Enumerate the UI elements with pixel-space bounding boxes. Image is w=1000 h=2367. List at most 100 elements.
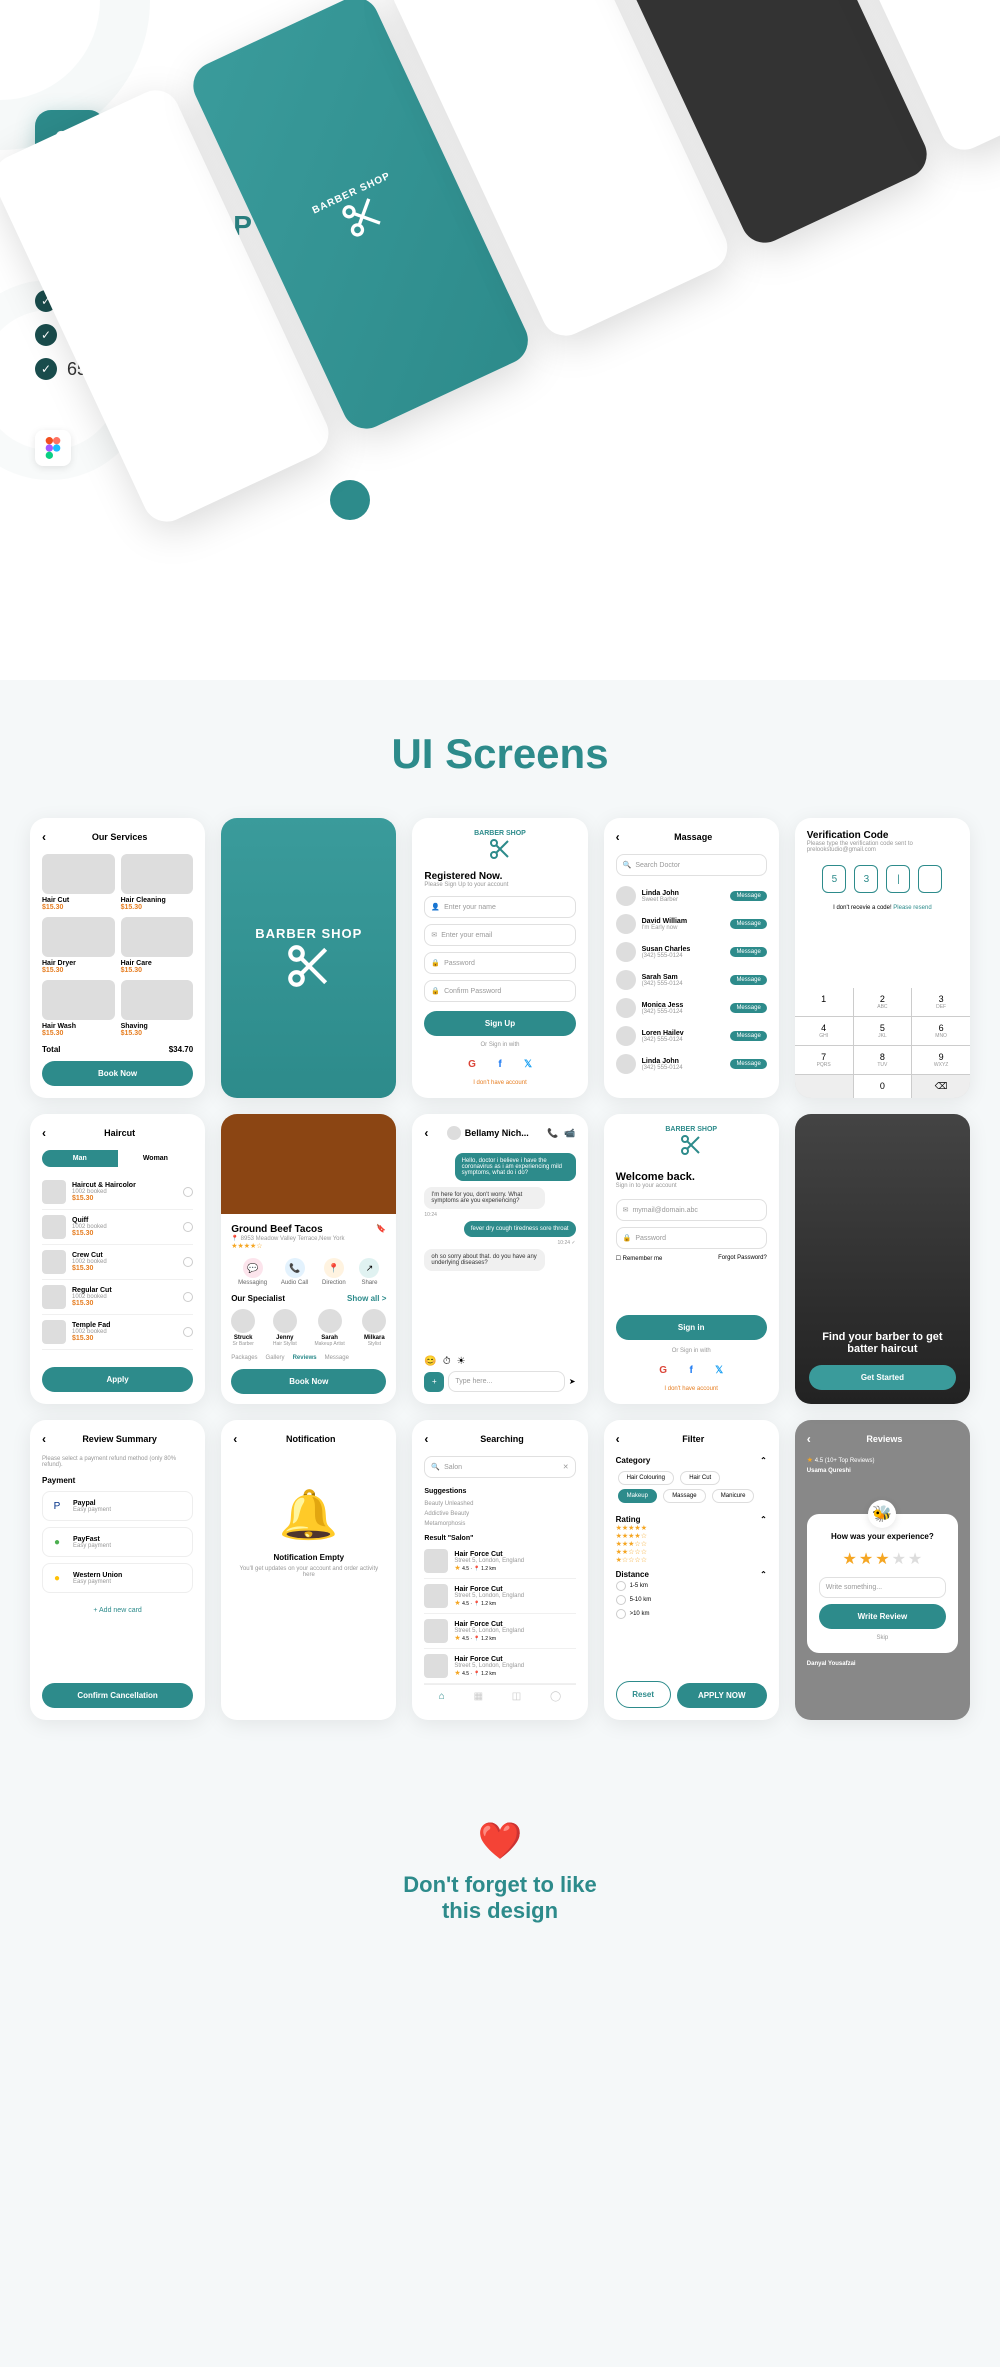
nav-calendar-icon[interactable]: ▦ xyxy=(474,1691,483,1702)
clear-icon[interactable]: ✕ xyxy=(563,1463,569,1471)
back-icon[interactable]: ‹ xyxy=(616,830,620,844)
chip-hair-cut[interactable]: Hair Cut xyxy=(680,1471,720,1485)
service-card[interactable]: Hair Dryer$15.30 xyxy=(42,917,115,974)
keypad-key[interactable]: 1 xyxy=(795,988,853,1016)
specialist[interactable]: SarahMakeup Artist xyxy=(314,1309,344,1347)
message-row[interactable]: Sarah Sam(342) 555-0124Message xyxy=(616,966,767,994)
messaging-action[interactable]: 💬Messaging xyxy=(238,1258,267,1286)
list-item[interactable]: Crew Cut1002 booked$15.30 xyxy=(42,1245,193,1280)
tab-packages[interactable]: Packages xyxy=(231,1355,257,1361)
nav-bag-icon[interactable]: ◫ xyxy=(512,1691,521,1702)
service-card[interactable]: Hair Care$15.30 xyxy=(121,917,194,974)
show-all-link[interactable]: Show all > xyxy=(347,1294,386,1303)
search-result[interactable]: Hair Force CutStreet 5, London, England★… xyxy=(424,1614,575,1649)
add-card-link[interactable]: + Add new card xyxy=(42,1607,193,1614)
search-result[interactable]: Hair Force CutStreet 5, London, England★… xyxy=(424,1544,575,1579)
distance-option[interactable]: 5-10 km xyxy=(616,1593,767,1607)
rating-filter[interactable]: ★★☆☆☆ xyxy=(616,1548,767,1556)
chat-input[interactable]: Type here... xyxy=(448,1371,565,1392)
rating-filter[interactable]: ★★★☆☆ xyxy=(616,1540,767,1548)
bookmark-icon[interactable]: 🔖 xyxy=(376,1224,386,1235)
skip-link[interactable]: Skip xyxy=(819,1635,946,1641)
otp-input[interactable]: 3 xyxy=(854,865,878,893)
radio[interactable] xyxy=(183,1292,193,1302)
service-card[interactable]: Hair Cleaning$15.30 xyxy=(121,854,194,911)
sun-icon[interactable]: ☀ xyxy=(457,1356,466,1367)
back-icon[interactable]: ‹ xyxy=(424,1126,428,1140)
specialist[interactable]: JennyHair Stylist xyxy=(273,1309,297,1347)
search-result[interactable]: Hair Force CutStreet 5, London, England★… xyxy=(424,1649,575,1684)
back-icon[interactable]: ‹ xyxy=(807,1432,811,1446)
review-input[interactable]: Write something... xyxy=(819,1577,946,1598)
emoji-icon[interactable]: 😊 xyxy=(424,1356,436,1367)
keypad-key[interactable]: 8TUV xyxy=(854,1046,912,1074)
send-icon[interactable]: ➤ xyxy=(569,1377,576,1386)
nav-profile-icon[interactable]: ◯ xyxy=(550,1691,561,1702)
radio[interactable] xyxy=(183,1327,193,1337)
message-button[interactable]: Message xyxy=(730,891,766,901)
suggestion[interactable]: Addictive Beauty xyxy=(424,1509,575,1519)
search-result[interactable]: Hair Force CutStreet 5, London, England★… xyxy=(424,1579,575,1614)
chevron-up-icon[interactable]: ⌃ xyxy=(760,1456,767,1465)
keypad-key[interactable]: 0 xyxy=(854,1075,912,1098)
radio[interactable] xyxy=(183,1222,193,1232)
password-input[interactable]: 🔒Password xyxy=(616,1227,767,1249)
no-account-link[interactable]: I don't have account xyxy=(616,1386,767,1392)
clock-icon[interactable]: ⏱ xyxy=(443,1356,451,1367)
back-icon[interactable]: ‹ xyxy=(424,1432,428,1446)
list-item[interactable]: Regular Cut1002 booked$15.30 xyxy=(42,1280,193,1315)
email-input[interactable]: ✉mymail@domain.abc xyxy=(616,1199,767,1221)
share-action[interactable]: ↗Share xyxy=(359,1258,379,1286)
tab-reviews[interactable]: Reviews xyxy=(293,1355,317,1361)
nav-home-icon[interactable]: ⌂ xyxy=(439,1691,445,1702)
keypad-key[interactable]: 3DEF xyxy=(912,988,970,1016)
keypad-key[interactable]: 7PQRS xyxy=(795,1046,853,1074)
list-item[interactable]: Quiff1002 booked$15.30 xyxy=(42,1210,193,1245)
google-icon[interactable]: G xyxy=(464,1056,480,1072)
rating-input[interactable]: ★★★★★ xyxy=(819,1549,946,1569)
confirm-password-input[interactable]: 🔒Confirm Password xyxy=(424,980,575,1002)
chevron-up-icon[interactable]: ⌃ xyxy=(760,1515,767,1524)
message-row[interactable]: Linda JohnSweet BarberMessage xyxy=(616,882,767,910)
keypad-key[interactable]: 6MNO xyxy=(912,1017,970,1045)
chip-makeup[interactable]: Makeup xyxy=(618,1489,657,1503)
rating-filter[interactable]: ★☆☆☆☆ xyxy=(616,1556,767,1564)
tab-gallery[interactable]: Gallery xyxy=(266,1355,285,1361)
direction-action[interactable]: 📍Direction xyxy=(322,1258,346,1286)
distance-option[interactable]: 1-5 km xyxy=(616,1579,767,1593)
message-button[interactable]: Message xyxy=(730,975,766,985)
back-icon[interactable]: ‹ xyxy=(42,1126,46,1140)
message-button[interactable]: Message xyxy=(730,1059,766,1069)
name-input[interactable]: 👤Enter your name xyxy=(424,896,575,918)
payment-option[interactable]: ●Western UnionEasy payment xyxy=(42,1563,193,1593)
confirm-cancellation-button[interactable]: Confirm Cancellation xyxy=(42,1683,193,1708)
list-item[interactable]: Temple Fad1002 booked$15.30 xyxy=(42,1315,193,1350)
service-card[interactable]: Hair Cut$15.30 xyxy=(42,854,115,911)
video-icon[interactable]: 📹 xyxy=(564,1128,575,1139)
chevron-up-icon[interactable]: ⌃ xyxy=(760,1570,767,1579)
apply-now-button[interactable]: APPLY NOW xyxy=(677,1683,767,1708)
chip-manicure[interactable]: Manicure xyxy=(712,1489,755,1503)
message-button[interactable]: Message xyxy=(730,947,766,957)
signin-button[interactable]: Sign in xyxy=(616,1315,767,1340)
suggestion[interactable]: Metamorphosis xyxy=(424,1519,575,1529)
email-input[interactable]: ✉Enter your email xyxy=(424,924,575,946)
message-button[interactable]: Message xyxy=(730,1003,766,1013)
tab-woman[interactable]: Woman xyxy=(118,1150,194,1167)
write-review-button[interactable]: Write Review xyxy=(819,1604,946,1629)
signup-button[interactable]: Sign Up xyxy=(424,1011,575,1036)
back-icon[interactable]: ‹ xyxy=(42,830,46,844)
no-account-link[interactable]: I don't have account xyxy=(424,1080,575,1086)
chip-hair-colouring[interactable]: Hair Colouring xyxy=(618,1471,674,1485)
rating-filter[interactable]: ★★★★★ xyxy=(616,1524,767,1532)
facebook-icon[interactable]: f xyxy=(683,1362,699,1378)
keypad-key[interactable] xyxy=(795,1075,853,1098)
specialist[interactable]: MilkaraStylist xyxy=(362,1309,386,1347)
radio[interactable] xyxy=(183,1257,193,1267)
apply-button[interactable]: Apply xyxy=(42,1367,193,1392)
forgot-password-link[interactable]: Forgot Password? xyxy=(718,1255,767,1262)
back-icon[interactable]: ‹ xyxy=(233,1432,237,1446)
keypad-key[interactable]: 4GHI xyxy=(795,1017,853,1045)
service-card[interactable]: Shaving$15.30 xyxy=(121,980,194,1037)
twitter-icon[interactable]: 𝕏 xyxy=(711,1362,727,1378)
